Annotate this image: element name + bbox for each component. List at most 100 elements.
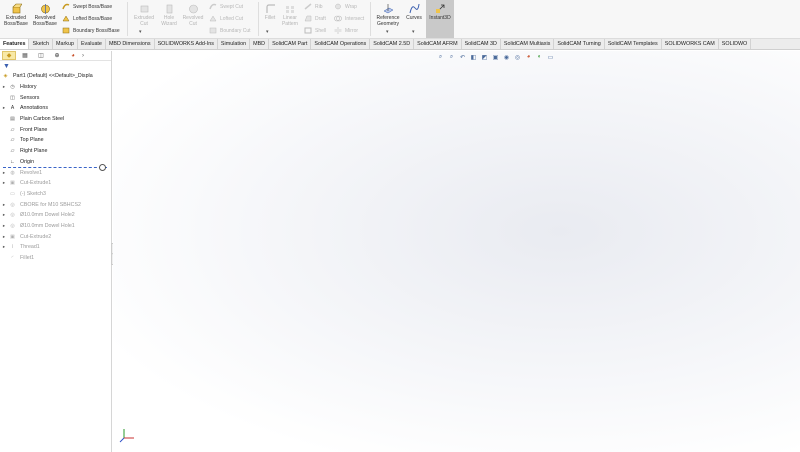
- tree-item[interactable]: ▸ ◷ History: [0, 82, 111, 93]
- configuration-manager-tab[interactable]: ◫: [34, 51, 48, 60]
- swept-cut-button[interactable]: Swept Cut: [209, 3, 243, 10]
- tab-solidcam-multiaxis[interactable]: SolidCAM Multiaxis: [501, 39, 555, 49]
- tab-solidwo[interactable]: SOLIDWO: [719, 39, 752, 49]
- tree-item[interactable]: ◜ Fillet1: [0, 253, 111, 264]
- tab-solidworks-add-ins[interactable]: SOLIDWORKS Add-Ins: [155, 39, 218, 49]
- tab-solidcam-operations[interactable]: SolidCAM Operations: [311, 39, 371, 49]
- tab-solidcam-afrm[interactable]: SolidCAM AFRM: [414, 39, 462, 49]
- wrap-label: Wrap: [345, 3, 357, 10]
- dynamic-annotation-icon[interactable]: ◩: [480, 53, 489, 62]
- tree-item[interactable]: ▭ (-) Sketch3: [0, 189, 111, 200]
- dimxpert-tab[interactable]: ⊕: [50, 51, 64, 60]
- reference-geometry-button[interactable]: Reference Geometry: [373, 3, 403, 27]
- expand-arrow-icon[interactable]: ▸: [0, 170, 8, 176]
- mirror-button[interactable]: Mirror: [334, 27, 358, 34]
- swept-boss-button[interactable]: Swept Boss/Base: [62, 3, 112, 10]
- lofted-boss-button[interactable]: Lofted Boss/Base: [62, 15, 112, 22]
- tab-solidcam-turning[interactable]: SolidCAM Turning: [554, 39, 605, 49]
- swept-cut-label: Swept Cut: [220, 3, 244, 10]
- expand-arrow-icon[interactable]: ▸: [0, 212, 8, 218]
- fillet-button[interactable]: Fillet: [261, 3, 279, 22]
- revolved-cut-button[interactable]: Revolved Cut: [181, 3, 205, 27]
- instant3d-icon: [435, 4, 444, 13]
- zoom-to-fit-icon[interactable]: ⌕: [436, 53, 445, 62]
- previous-view-icon[interactable]: ↶: [458, 53, 467, 62]
- lofted-cut-label: Lofted Cut: [220, 15, 244, 22]
- property-manager-tab[interactable]: ▦: [18, 51, 32, 60]
- tree-item[interactable]: ▸ ◎ Ø10.0mm Dowel Hole1: [0, 221, 111, 232]
- hole-wizard-button[interactable]: Hole Wizard: [157, 3, 181, 27]
- tree-root-label: Part1 (Default) <<Default>_Displa: [13, 73, 93, 80]
- tree-item[interactable]: ∟ Origin: [0, 157, 111, 168]
- edit-appearance-icon[interactable]: ◕: [524, 53, 533, 62]
- shell-button[interactable]: Shell: [304, 27, 326, 34]
- tab-solidcam-3d[interactable]: SolidCAM 3D: [462, 39, 501, 49]
- hide-show-items-icon[interactable]: ◎: [513, 53, 522, 62]
- tree-item[interactable]: ▸ ▣ Cut-Extrude2: [0, 231, 111, 242]
- tree-root[interactable]: ◈ Part1 (Default) <<Default>_Displa: [0, 71, 111, 82]
- expand-arrow-icon[interactable]: ▸: [0, 84, 8, 90]
- tab-mbd-dimensions[interactable]: MBD Dimensions: [106, 39, 155, 49]
- draft-button[interactable]: Draft: [304, 15, 326, 22]
- chevron-down-icon[interactable]: ▾: [412, 29, 415, 35]
- extruded-boss-button[interactable]: Extruded Boss/Base: [4, 3, 28, 27]
- extruded-cut-button[interactable]: Extruded Cut: [131, 3, 157, 27]
- zoom-to-area-icon[interactable]: ⌕: [447, 53, 456, 62]
- view-orientation-icon[interactable]: ▣: [491, 53, 500, 62]
- tree-item[interactable]: ▸ ◍ Revolve1: [0, 167, 111, 178]
- tree-item[interactable]: ▸ ▣ Cut-Extrude1: [0, 178, 111, 189]
- tab-simulation[interactable]: Simulation: [218, 39, 251, 49]
- tab-evaluate[interactable]: Evaluate: [78, 39, 106, 49]
- tree-item[interactable]: ▸ ◎ CBORE for M10 SBHCS2: [0, 199, 111, 210]
- tree-item[interactable]: ▸ ◎ Ø10.0mm Dowel Hole2: [0, 210, 111, 221]
- expand-arrow-icon[interactable]: ▸: [0, 180, 8, 186]
- filter-icon[interactable]: ▼: [3, 63, 10, 70]
- expand-arrow-icon[interactable]: ▸: [0, 223, 8, 229]
- expand-arrow-icon[interactable]: ▸: [0, 105, 8, 111]
- section-view-icon[interactable]: ◧: [469, 53, 478, 62]
- tab-sketch[interactable]: Sketch: [29, 39, 53, 49]
- chevron-down-icon[interactable]: ▾: [266, 29, 269, 35]
- rib-button[interactable]: Rib: [304, 3, 323, 10]
- linear-pattern-button[interactable]: Linear Pattern: [279, 3, 301, 27]
- tree-item[interactable]: ▤ Plain Carbon Steel: [0, 114, 111, 125]
- apply-scene-icon[interactable]: ◐: [535, 53, 544, 62]
- view-settings-icon[interactable]: ▭: [546, 53, 555, 62]
- tree-item-label: CBORE for M10 SBHCS2: [20, 201, 81, 208]
- expand-arrow-icon[interactable]: ▸: [0, 244, 8, 250]
- expand-arrow-icon[interactable]: ▸: [0, 234, 8, 240]
- tree-item[interactable]: ▱ Right Plane: [0, 146, 111, 157]
- expand-arrow-icon[interactable]: ▸: [0, 202, 8, 208]
- tab-solidcam-templates[interactable]: SolidCAM Templates: [605, 39, 662, 49]
- fillet-label: Fillet: [264, 15, 276, 21]
- boundary-cut-button[interactable]: Boundary Cut: [209, 27, 251, 34]
- revolved-boss-button[interactable]: Revolved Boss/Base: [33, 3, 57, 27]
- tab-solidcam-part[interactable]: SolidCAM Part: [269, 39, 312, 49]
- chevron-down-icon[interactable]: ▾: [139, 29, 142, 35]
- tree-item[interactable]: ▸ A Annotations: [0, 103, 111, 114]
- origin-icon: ∟: [10, 158, 15, 165]
- display-style-icon[interactable]: ◉: [502, 53, 511, 62]
- chevron-right-icon[interactable]: ›: [82, 53, 84, 59]
- tree-item-label: Cut-Extrude1: [20, 180, 52, 187]
- display-manager-tab[interactable]: ◕: [66, 51, 80, 60]
- tab-markup[interactable]: Markup: [53, 39, 78, 49]
- tree-item[interactable]: ▸ ⌇ Thread1: [0, 242, 111, 253]
- tab-solidcam-2-5d[interactable]: SolidCAM 2.5D: [370, 39, 415, 49]
- instant3d-button[interactable]: Instant3D: [426, 0, 454, 38]
- chevron-down-icon[interactable]: ▾: [386, 29, 389, 35]
- feature-manager-tab[interactable]: ◆: [2, 51, 16, 60]
- graphics-area[interactable]: [113, 51, 800, 452]
- tree-item[interactable]: ◫ Sensors: [0, 92, 111, 103]
- tab-solidworks-cam[interactable]: SOLIDWORKS CAM: [662, 39, 719, 49]
- boundary-boss-button[interactable]: Boundary Boss/Base: [62, 27, 120, 34]
- tree-item-label: Thread1: [20, 244, 40, 251]
- curves-button[interactable]: Curves: [403, 3, 425, 22]
- tab-features[interactable]: Features: [0, 39, 30, 49]
- intersect-button[interactable]: Intersect: [334, 15, 364, 22]
- lofted-cut-button[interactable]: Lofted Cut: [209, 15, 243, 22]
- tree-item[interactable]: ▱ Front Plane: [0, 124, 111, 135]
- tab-mbd[interactable]: MBD: [250, 39, 270, 49]
- wrap-button[interactable]: Wrap: [334, 3, 357, 10]
- tree-item[interactable]: ▱ Top Plane: [0, 135, 111, 146]
